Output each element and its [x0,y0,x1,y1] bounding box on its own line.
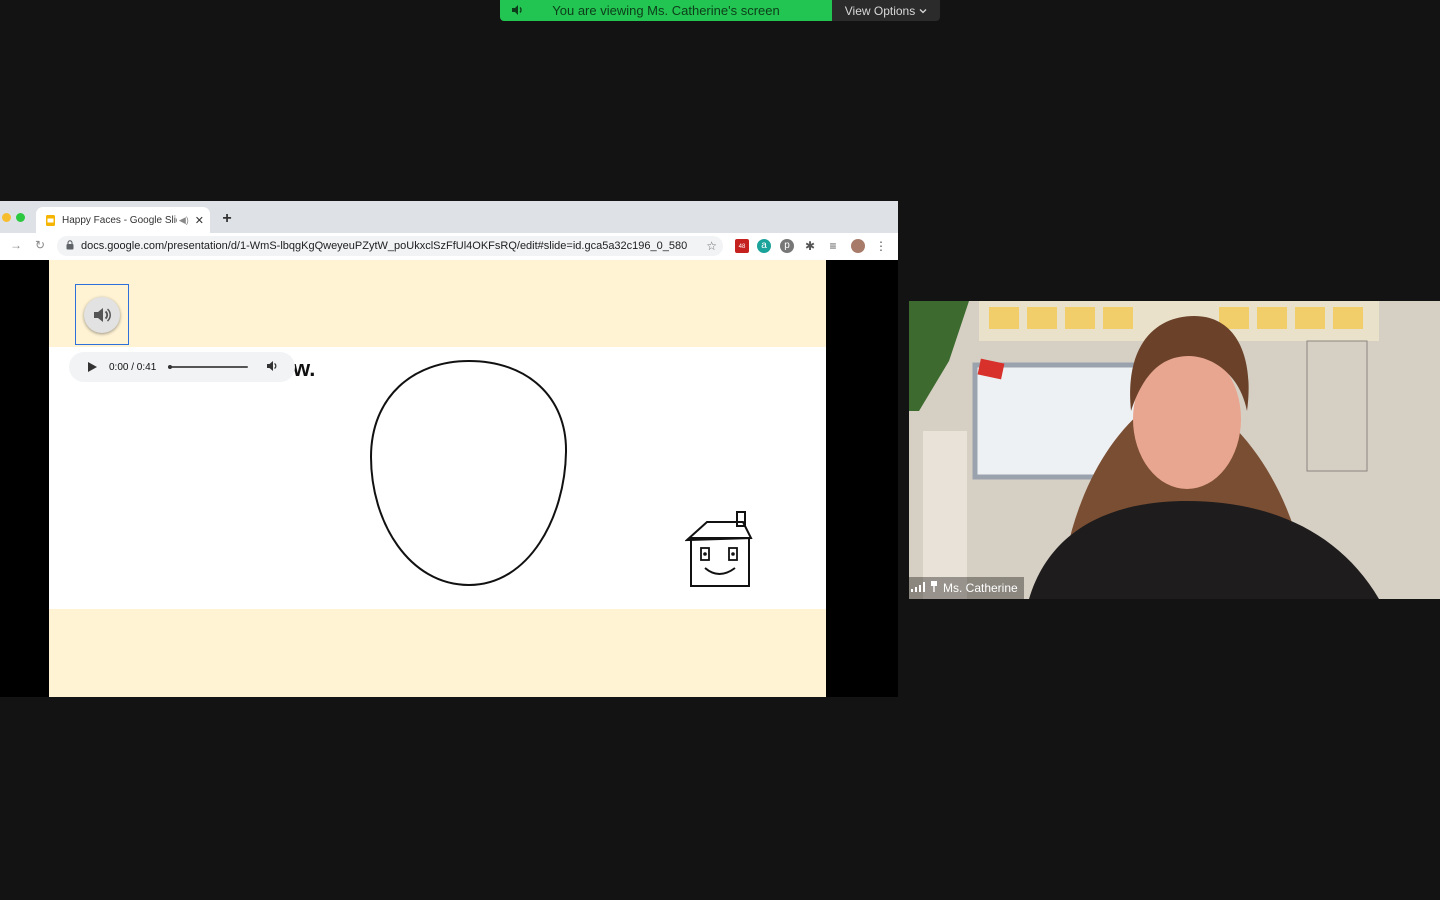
participant-name: Ms. Catherine [943,581,1018,595]
signal-icon [911,581,925,595]
screen-share-banner: You are viewing Ms. Catherine's screen [500,0,832,21]
slide-viewport: w. 0:00 / 0:41 [0,260,898,697]
speaker-icon [84,296,120,333]
face-outline-drawing [369,359,568,587]
happy-house-drawing [685,511,753,587]
slide: w. 0:00 / 0:41 [49,260,826,697]
audio-progress-slider[interactable] [168,365,249,369]
menu-icon[interactable]: ⋮ [874,239,888,253]
extension-icon[interactable]: ≡ [826,239,840,253]
shared-screen: Happy Faces - Google Slides ◀) ✕ + → ↻ d… [0,201,898,697]
url-text: docs.google.com/presentation/d/1-WmS-lbq… [81,240,688,252]
lock-icon [66,239,74,253]
favicon-slides-icon [45,214,56,226]
participant-video[interactable]: Ms. Catherine [909,301,1440,599]
extension-icon[interactable]: a [757,239,771,253]
browser-toolbar: → ↻ docs.google.com/presentation/d/1-WmS… [0,233,898,261]
extension-badge: 48 [738,244,746,250]
maximize-window-button[interactable] [16,213,25,222]
play-icon[interactable] [85,360,99,374]
address-bar[interactable]: docs.google.com/presentation/d/1-WmS-lbq… [57,236,723,256]
extension-icon[interactable]: ✱ [803,239,817,253]
slide-text-fragment: w. [293,356,316,381]
audio-player[interactable]: 0:00 / 0:41 [69,352,295,382]
extension-icon[interactable]: 48 [735,239,749,253]
speaker-icon [510,3,524,20]
chevron-down-icon [919,4,927,18]
mute-icon[interactable]: ◀) [179,215,189,226]
plus-icon[interactable]: + [218,210,236,228]
banner-text: You are viewing Ms. Catherine's screen [552,3,780,18]
view-options-label: View Options [844,3,916,18]
tab-title: Happy Faces - Google Slides [62,214,177,226]
participant-video-frame [909,301,1440,599]
view-options-button[interactable]: View Options [832,0,940,21]
browser-tab[interactable]: Happy Faces - Google Slides ◀) ✕ [36,207,210,233]
reload-icon[interactable]: ↻ [35,238,45,252]
audio-object[interactable] [75,284,129,345]
close-icon[interactable]: ✕ [195,214,204,227]
volume-icon[interactable] [266,360,278,375]
pin-icon [930,581,938,595]
star-icon[interactable]: ☆ [706,239,717,253]
extension-icon[interactable]: p [780,239,794,253]
avatar[interactable] [851,239,865,253]
browser-tab-bar: Happy Faces - Google Slides ◀) ✕ + [0,201,898,233]
participant-name-tag: Ms. Catherine [909,577,1024,599]
back-icon[interactable]: → [10,238,22,252]
audio-time: 0:00 / 0:41 [109,361,157,373]
minimize-window-button[interactable] [2,213,11,222]
